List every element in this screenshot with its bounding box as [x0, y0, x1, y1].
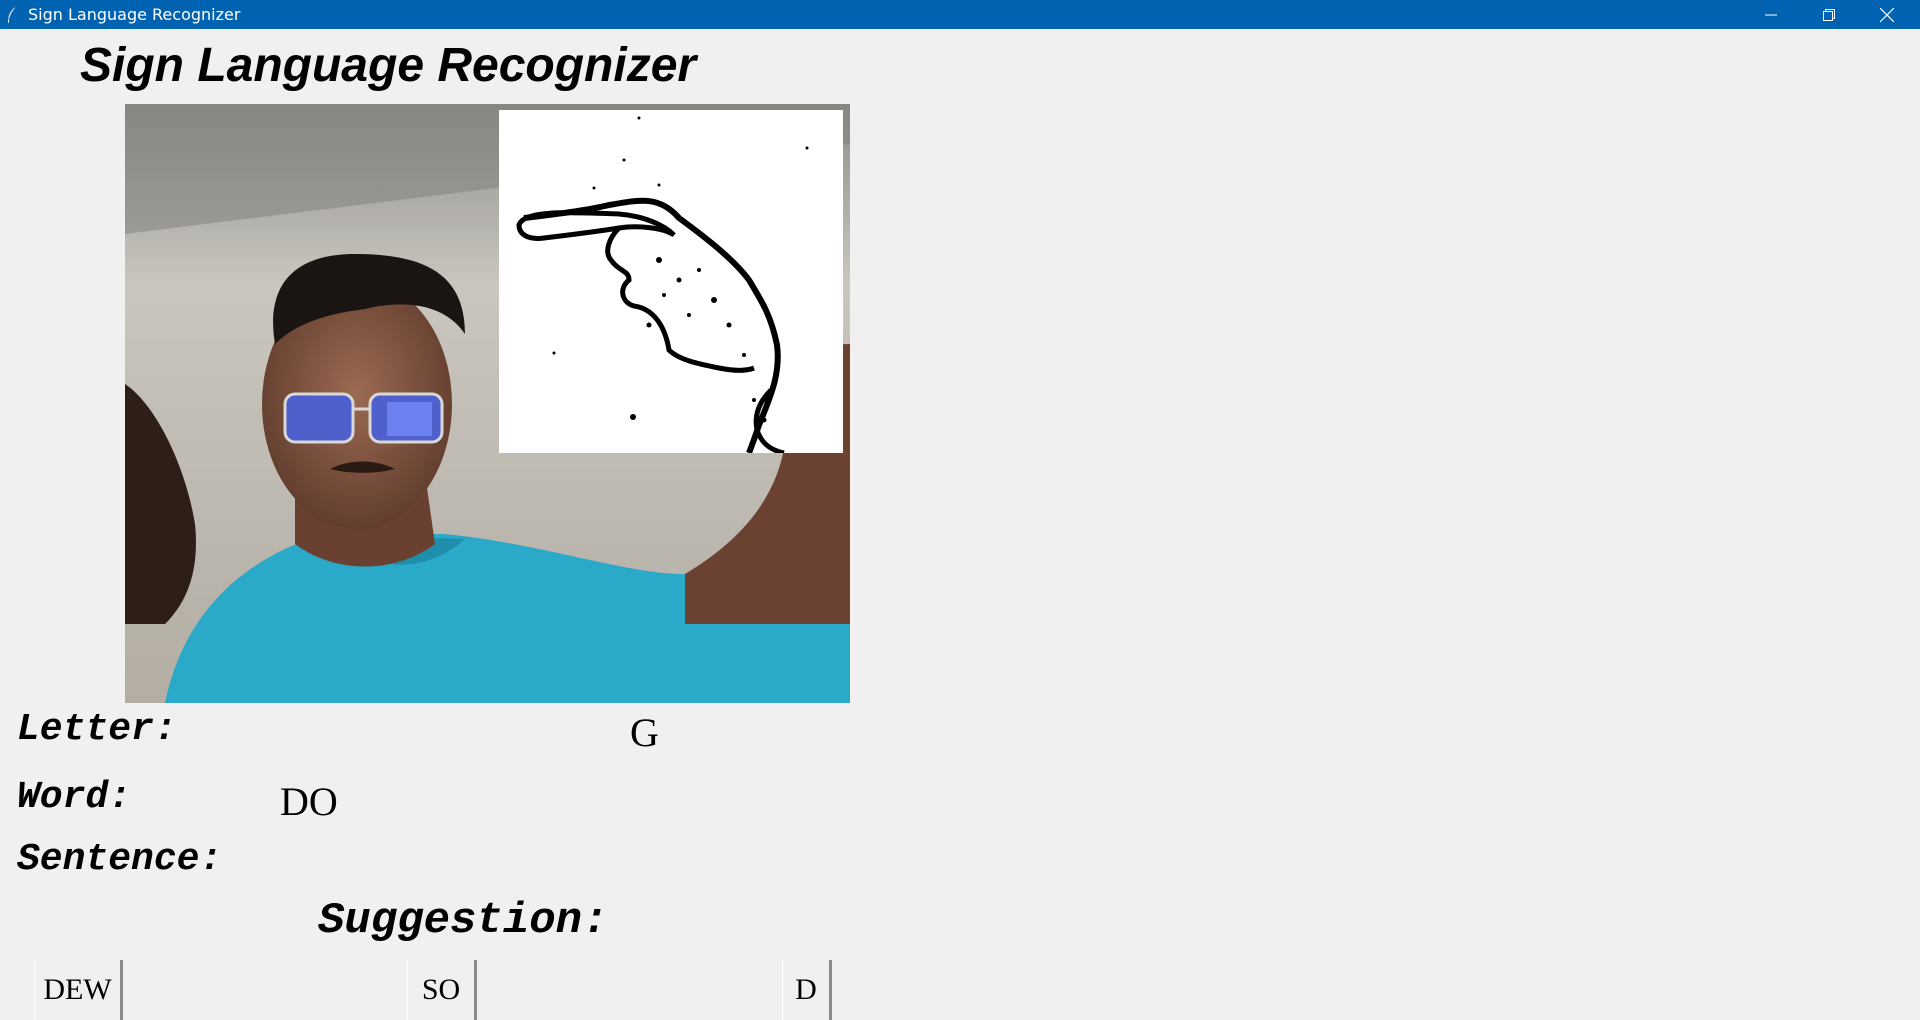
- letter-value: G: [630, 710, 659, 755]
- restore-button[interactable]: [1800, 0, 1858, 29]
- camera-feed: [125, 104, 850, 703]
- restore-icon: [1823, 8, 1835, 21]
- suggestion-button-3[interactable]: D: [782, 960, 832, 1020]
- word-label: Word:: [17, 776, 132, 819]
- suggestion-button-2[interactable]: SO: [407, 960, 477, 1020]
- minimize-icon: [1765, 14, 1777, 15]
- suggestion-button-1[interactable]: DEW: [34, 960, 123, 1020]
- window-title: Sign Language Recognizer: [28, 5, 241, 24]
- sentence-label: Sentence:: [17, 838, 223, 881]
- minimize-button[interactable]: [1742, 0, 1800, 29]
- hand-outline-image: [516, 116, 809, 453]
- close-icon: [1880, 7, 1894, 22]
- close-button[interactable]: [1858, 0, 1916, 29]
- suggestion-label: Suggestion:: [318, 896, 609, 946]
- app-heading: Sign Language Recognizer: [80, 39, 697, 92]
- window-titlebar[interactable]: Sign Language Recognizer: [0, 0, 1920, 29]
- feather-icon: [8, 7, 16, 23]
- word-value: DO: [280, 779, 338, 824]
- hand-threshold-preview: [499, 110, 843, 453]
- letter-label: Letter:: [17, 708, 177, 751]
